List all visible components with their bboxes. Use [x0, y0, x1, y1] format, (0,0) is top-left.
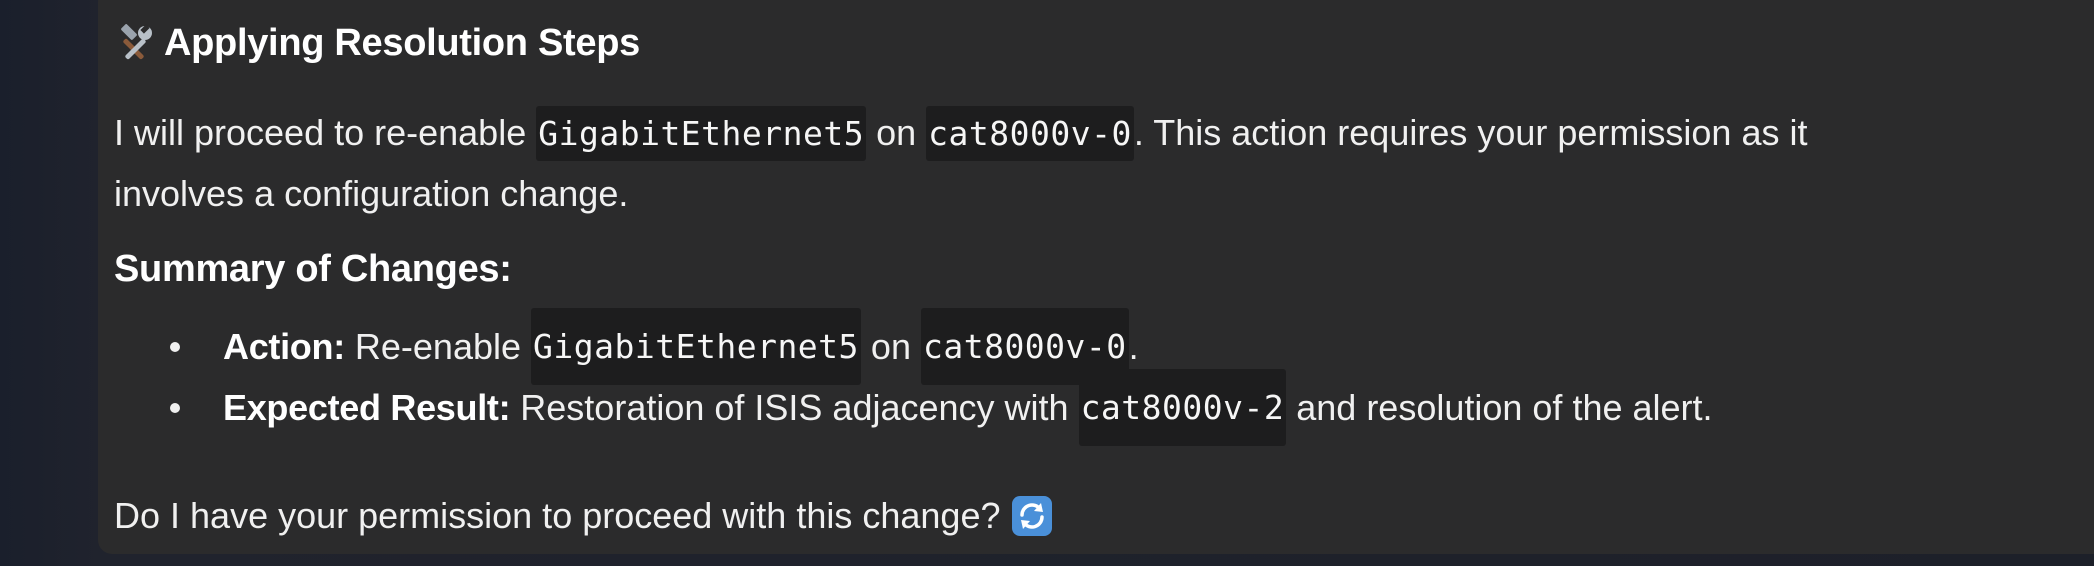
- intro-text: . This action requires your permission a…: [1133, 112, 1808, 153]
- intro-paragraph-line-1: I will proceed to re-enable GigabitEther…: [114, 102, 1807, 164]
- list-item-text: Restoration of ISIS adjacency with: [520, 387, 1079, 428]
- permission-question: Do I have your permission to proceed wit…: [114, 485, 1054, 546]
- device-code: cat8000v-2: [1078, 369, 1287, 446]
- intro-text: on: [866, 112, 927, 153]
- list-item-text: on: [860, 326, 921, 367]
- summary-title: Summary of Changes:: [114, 248, 512, 290]
- list-item-text: Re-enable: [354, 326, 522, 367]
- list-item-label: Expected Result:: [223, 387, 511, 428]
- bullet-icon: [170, 341, 180, 352]
- device-code: cat8000v-0: [926, 106, 1134, 161]
- refresh-arrows-icon: [1010, 494, 1054, 538]
- list-item-label: Action:: [223, 326, 345, 367]
- hammer-and-wrench-icon: [114, 23, 154, 64]
- permission-question-text: Do I have your permission to proceed wit…: [114, 495, 1001, 536]
- list-item-text: .: [1128, 326, 1139, 367]
- interface-code: GigabitEthernet5: [536, 106, 867, 161]
- intro-text: involves a configuration change.: [114, 173, 629, 214]
- list-item: Expected Result: Restoration of ISIS adj…: [170, 369, 1713, 446]
- bullet-icon: [170, 402, 180, 413]
- section-heading-text: Applying Resolution Steps: [164, 22, 640, 64]
- section-heading: Applying Resolution Steps: [114, 22, 640, 65]
- intro-text: I will proceed to re-enable: [114, 112, 537, 153]
- list-item-text: and resolution of the alert.: [1286, 387, 1713, 428]
- intro-paragraph-line-2: involves a configuration change.: [114, 163, 628, 224]
